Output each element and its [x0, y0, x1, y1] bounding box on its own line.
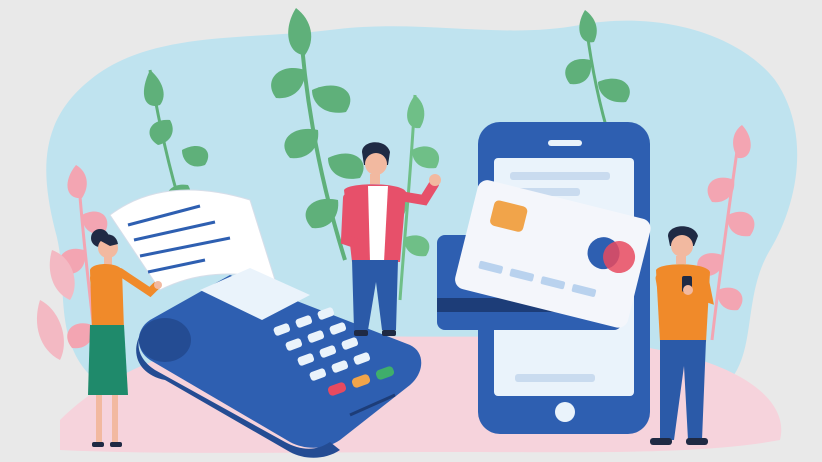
payment-illustration	[0, 0, 822, 462]
illustration-stage	[0, 0, 822, 462]
